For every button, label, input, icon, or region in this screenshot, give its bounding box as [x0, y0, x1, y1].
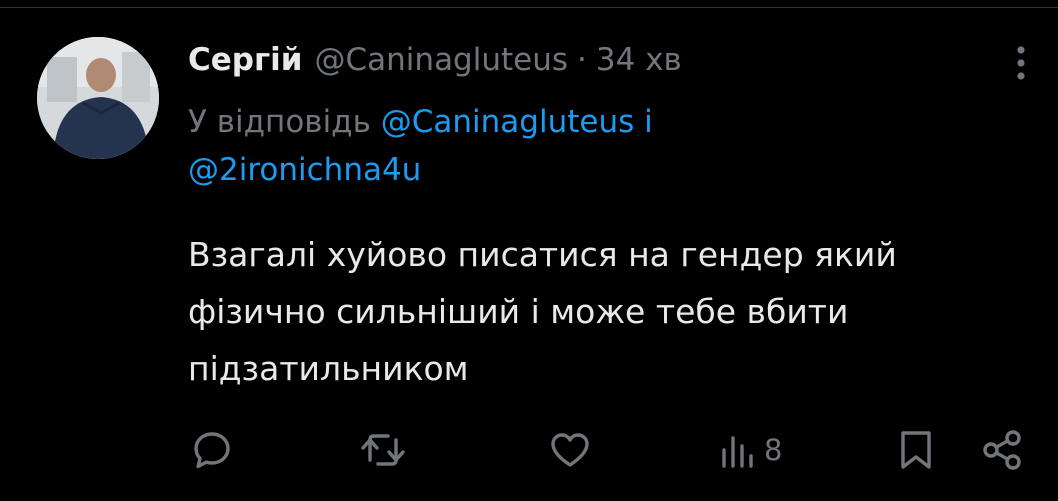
avatar-photo: [37, 37, 159, 159]
bookmark-button[interactable]: [896, 428, 936, 472]
heart-icon: [551, 433, 589, 467]
more-options-icon[interactable]: [1006, 42, 1036, 84]
mention-link[interactable]: @Caninagluteus: [381, 104, 635, 140]
author-name[interactable]: Сергій: [188, 36, 303, 84]
tweet-text: Взагалі хуйово писатися на гендер який ф…: [188, 235, 897, 388]
share-button[interactable]: [980, 428, 1024, 472]
author-handle[interactable]: @Caninagluteus: [315, 36, 569, 84]
views-button[interactable]: 8: [718, 428, 782, 472]
tweet-header: Сергій @Caninagluteus · 34 хв: [188, 36, 682, 84]
mention-joiner: і: [644, 104, 653, 140]
separator-dot: ·: [577, 42, 587, 78]
timestamp[interactable]: 34 хв: [596, 36, 682, 84]
bar-chart-icon: [722, 436, 753, 468]
reply-button[interactable]: [190, 428, 234, 472]
avatar[interactable]: [37, 37, 159, 159]
reply-context: У відповідь @Caninagluteus і @2ironichna…: [188, 98, 1008, 194]
retweet-button[interactable]: [358, 428, 408, 472]
reply-prefix: У відповідь: [188, 104, 371, 140]
reply-icon: [194, 432, 230, 469]
mention-link[interactable]: @2ironichna4u: [188, 152, 421, 188]
views-count: 8: [764, 433, 783, 467]
share-icon: [983, 430, 1021, 470]
like-button[interactable]: [548, 428, 592, 472]
retweet-icon: [361, 434, 405, 466]
top-divider: [0, 7, 1058, 8]
bookmark-icon: [901, 431, 931, 469]
